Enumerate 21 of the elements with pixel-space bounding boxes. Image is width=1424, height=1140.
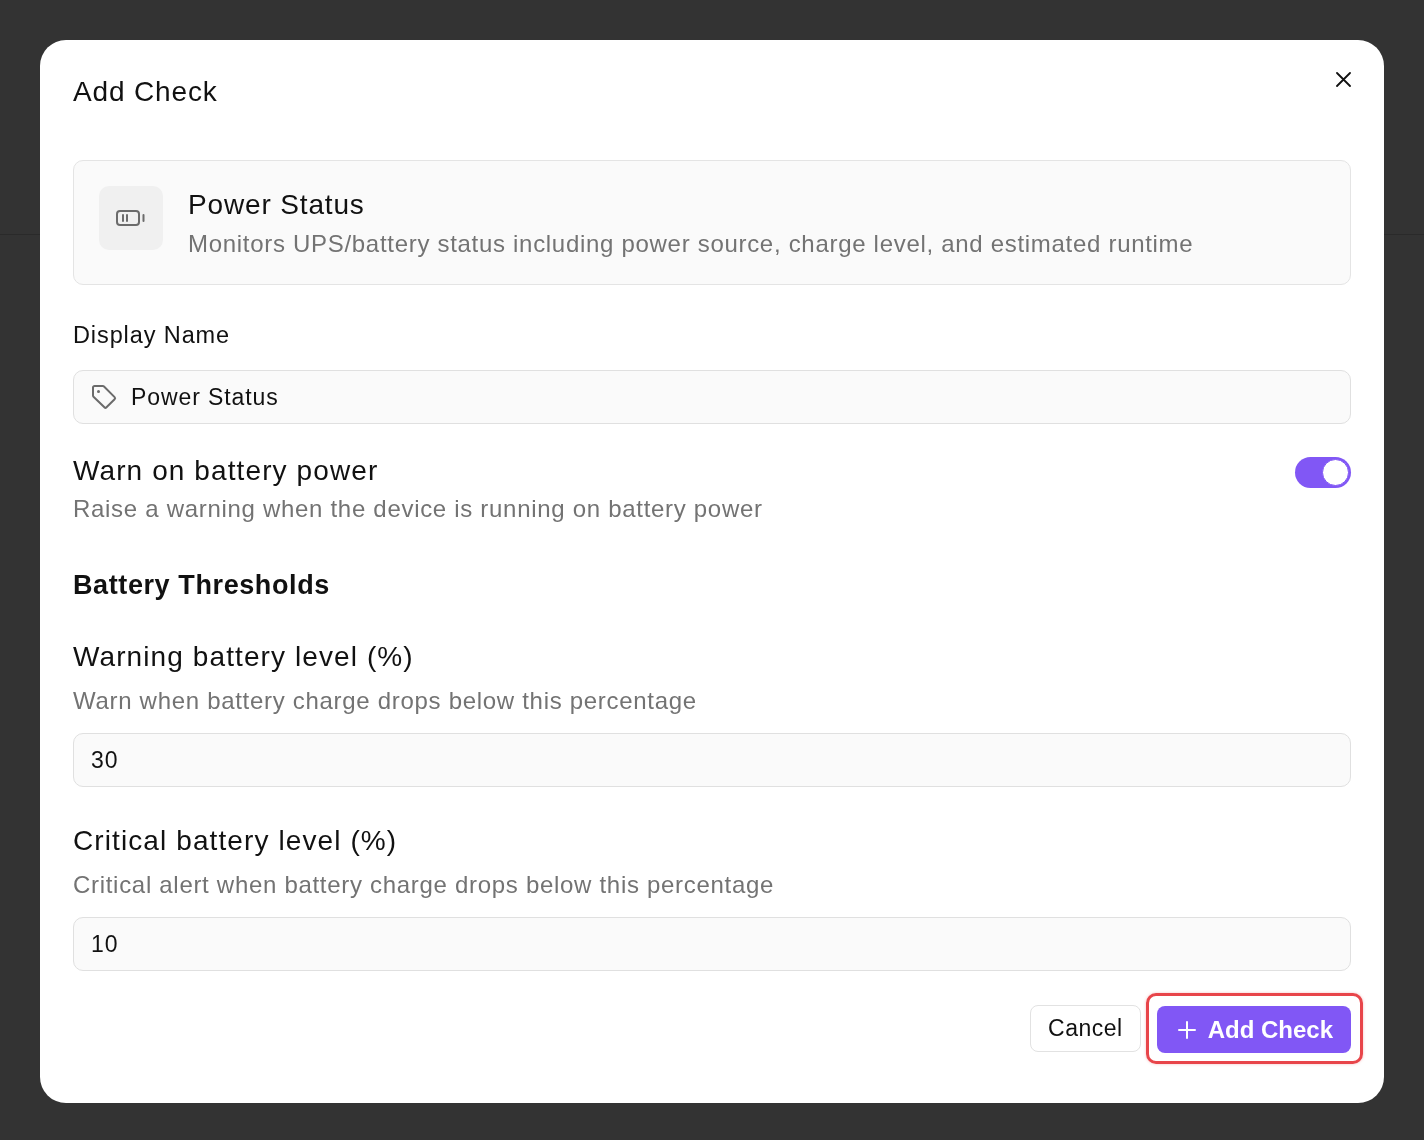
add-check-button[interactable]: Add Check	[1156, 1006, 1351, 1053]
field-description: Critical alert when battery charge drops below this percentage	[73, 870, 776, 900]
number-field[interactable]: 30	[73, 733, 1351, 787]
number-field[interactable]: 10	[73, 917, 1351, 971]
field-label: Display Name	[73, 321, 232, 349]
close-icon[interactable]	[1336, 72, 1351, 87]
field-label: Warning battery level (%)	[73, 641, 415, 673]
setting-description: Raise a warning when the device is running on battery power	[73, 494, 763, 524]
plus-icon	[1177, 1020, 1196, 1039]
field-description: Warn when battery charge drops below this percentage	[73, 686, 698, 716]
text-field[interactable]: Power Status	[73, 370, 1351, 424]
section-title: Battery Thresholds	[73, 569, 331, 601]
cancel-button[interactable]: Cancel	[1030, 1005, 1141, 1052]
field-label: Critical battery level (%)	[73, 825, 399, 857]
toggle-switch[interactable]	[1295, 457, 1351, 488]
dialog-title: Add Check	[73, 76, 218, 108]
check-type-title: Power Status	[188, 189, 366, 221]
setting-label: Warn on battery power	[73, 455, 380, 487]
check-type-description: Monitors UPS/battery status including power source, charge level, and estimated runtime	[188, 229, 1194, 259]
battery-icon	[99, 186, 163, 250]
tag-icon	[90, 383, 118, 411]
